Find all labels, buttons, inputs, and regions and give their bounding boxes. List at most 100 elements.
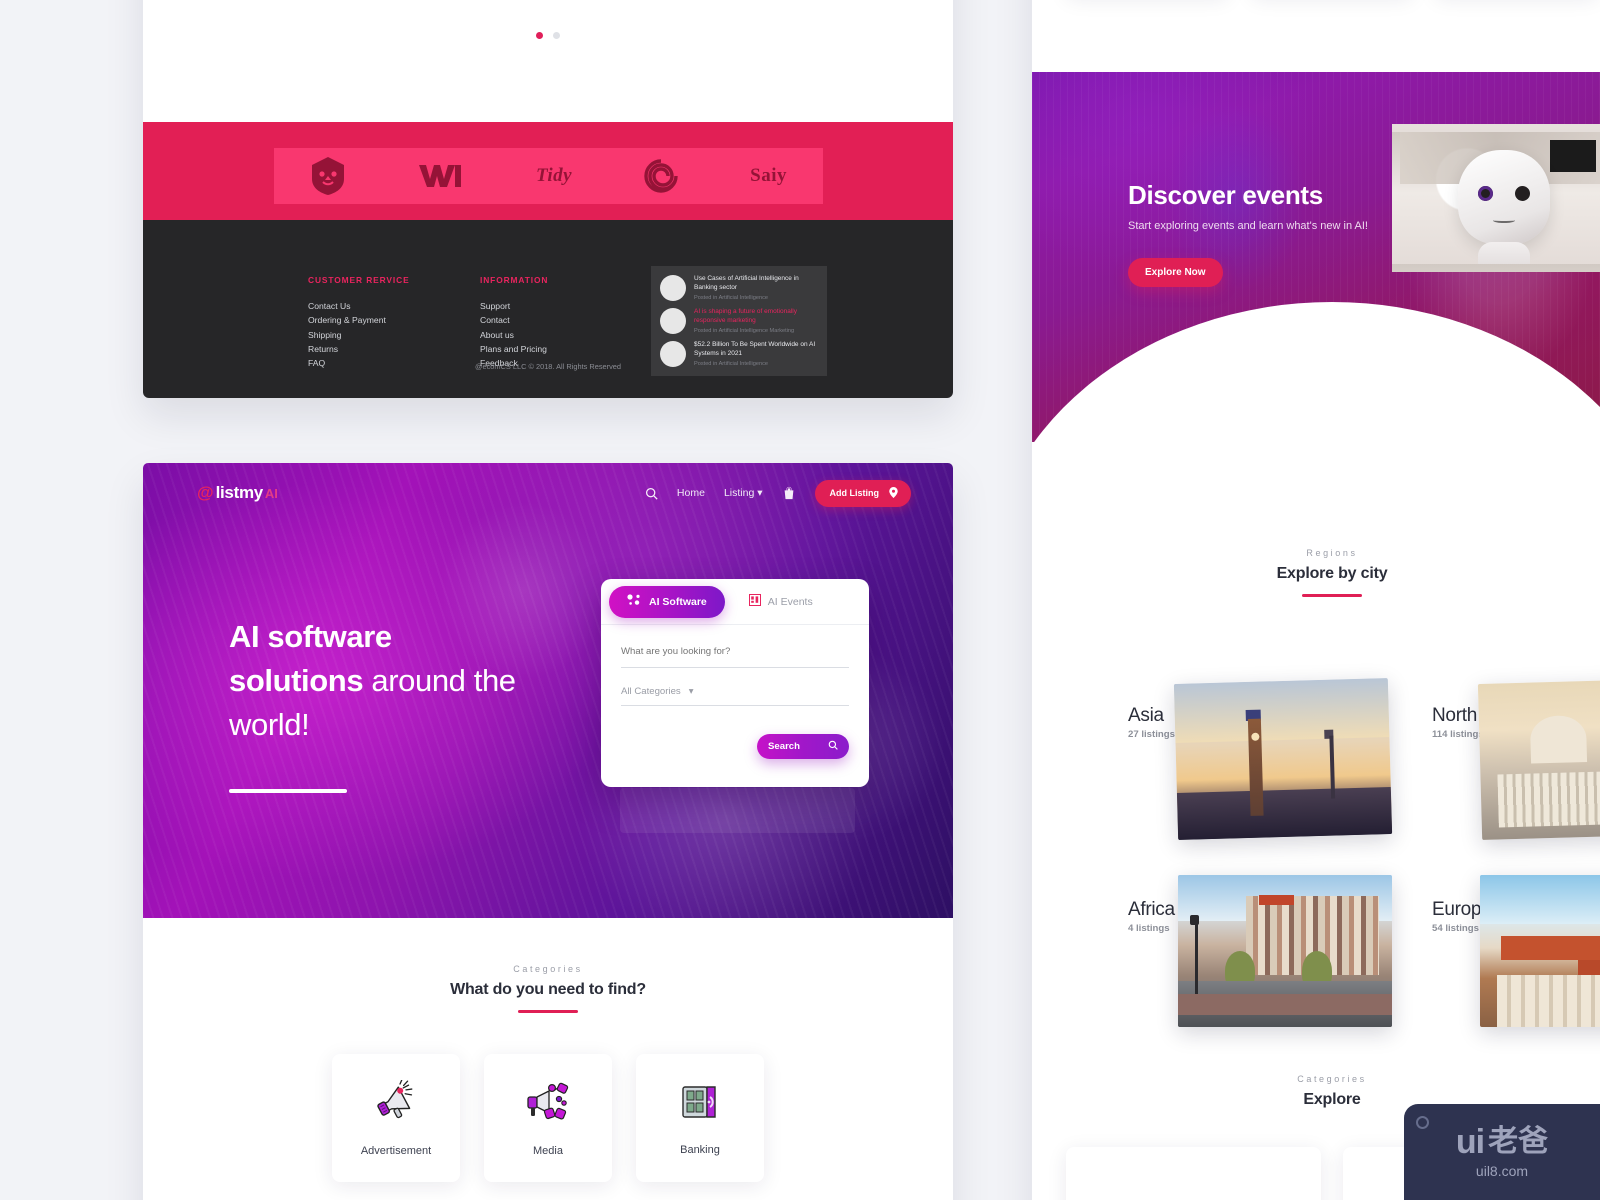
page-title: AI software solutions around the world!	[229, 615, 589, 747]
bank-vault-icon	[679, 1081, 721, 1128]
watermark-brand: ui 老爸	[1456, 1125, 1548, 1159]
footer-link-plans-pricing[interactable]: Plans and Pricing	[480, 342, 548, 356]
footer-column-customer-service: CUSTOMER RERVICE Contact Us Ordering & P…	[308, 275, 410, 370]
search-button-label: Search	[768, 741, 800, 752]
region-card-grid: Asia 27 listings North America 114 listi…	[1032, 643, 1600, 1063]
robot-photo	[1392, 124, 1600, 272]
brand-logo-strip-inner: Tidy Saiy	[274, 148, 823, 204]
hero-curve-shape	[1032, 302, 1600, 442]
cart-icon[interactable]	[782, 486, 796, 500]
circle-icon	[1416, 1116, 1429, 1129]
nav-link-home[interactable]: Home	[677, 487, 705, 499]
mockup-page-footer: At AutomataFi Solutions, we are privileg…	[143, 0, 953, 398]
copyright-text: @ecomCS LLC © 2018. All Rights Reserved	[474, 362, 622, 371]
search-form: All Categories ▾	[601, 625, 869, 706]
carousel-dot-active[interactable]	[535, 32, 543, 39]
search-widget: AI Software AI Events What are you looki…	[601, 579, 869, 787]
section-divider	[518, 1010, 578, 1013]
region-name: Africa	[1128, 899, 1175, 920]
post-title[interactable]: AI is shaping a future of emotionally re…	[694, 308, 818, 326]
search-input[interactable]	[621, 646, 849, 657]
category-card-media[interactable]: Media	[484, 1054, 612, 1182]
section-title: What do you need to find?	[450, 981, 646, 998]
carousel-dots[interactable]	[143, 26, 953, 44]
carousel-dot[interactable]	[553, 32, 561, 39]
hero-line-3: world!	[229, 707, 310, 743]
hero-line-2-bold: solutions	[229, 663, 364, 699]
explore-now-button[interactable]: Explore Now	[1128, 258, 1223, 287]
list-item[interactable]: Use Cases of Artificial Intelligence in …	[660, 275, 818, 301]
footer-link-returns[interactable]: Returns	[308, 342, 410, 356]
category-card-advertisement[interactable]: Advertisement	[332, 1054, 460, 1182]
category-card-grid: Advertisement Media Banking	[143, 1054, 953, 1182]
events-grid-icon	[748, 594, 761, 609]
site-footer: CUSTOMER RERVICE Contact Us Ordering & P…	[143, 220, 953, 398]
amsterdam-canal-photo	[1178, 875, 1392, 1027]
logo-mark-icon: @	[197, 483, 214, 502]
category-select[interactable]: All Categories ▾	[621, 686, 849, 697]
footer-link-support[interactable]: Support	[480, 299, 548, 313]
tab-ai-software[interactable]: AI Software	[609, 585, 725, 618]
main-navbar: @ listmy AI Home Listing ▾ Add Listing	[143, 473, 953, 513]
region-card-asia[interactable]: Asia 27 listings	[1128, 705, 1175, 740]
mockup-page-home: @ listmy AI Home Listing ▾ Add Listing A…	[143, 463, 953, 1200]
add-listing-button[interactable]: Add Listing	[814, 479, 911, 507]
nav-link-listing[interactable]: Listing ▾	[724, 487, 763, 499]
tidy-script-logo-icon: Tidy	[536, 165, 573, 186]
footer-recent-posts: Use Cases of Artificial Intelligence in …	[651, 266, 827, 376]
section-title: Explore by city	[1276, 565, 1388, 582]
hero-line-1: AI software	[229, 619, 392, 654]
region-listing-count: 4 listings	[1128, 923, 1170, 934]
footer-link-about-us[interactable]: About us	[480, 328, 548, 342]
footer-link-contact-us[interactable]: Contact Us	[308, 299, 410, 313]
search-icon	[828, 740, 838, 753]
lion-crest-logo-icon	[310, 156, 346, 196]
watermark-badge: ui 老爸 uil8.com	[1404, 1104, 1600, 1200]
site-logo[interactable]: @ listmy AI	[197, 483, 278, 503]
category-field[interactable]: All Categories ▾	[621, 686, 849, 706]
search-icon[interactable]	[645, 487, 658, 500]
logo-text-secondary: AI	[264, 486, 278, 501]
keyword-field[interactable]	[621, 641, 849, 668]
footer-heading: INFORMATION	[480, 275, 549, 285]
photo-screen	[1550, 140, 1596, 172]
robot-neck	[1478, 242, 1530, 264]
bottom-category-card[interactable]	[1066, 1147, 1321, 1200]
list-item[interactable]: AI is shaping a future of emotionally re…	[660, 308, 818, 334]
post-thumbnail-icon	[660, 308, 686, 334]
software-dots-icon	[627, 594, 641, 609]
footer-heading: CUSTOMER RERVICE	[308, 275, 410, 285]
london-big-ben-photo	[1173, 678, 1393, 840]
watermark-cjk: 老爸	[1488, 1124, 1549, 1159]
post-title[interactable]: Use Cases of Artificial Intelligence in …	[694, 275, 818, 293]
tab-ai-events[interactable]: AI Events	[748, 594, 813, 609]
testimonial-block: At AutomataFi Solutions, we are privileg…	[143, 0, 953, 58]
add-listing-label: Add Listing	[829, 488, 880, 498]
section-eyebrow: Regions	[1306, 548, 1358, 558]
region-card-africa[interactable]: Africa 4 listings	[1128, 899, 1175, 934]
category-label: Banking	[680, 1143, 720, 1156]
search-button[interactable]: Search	[757, 734, 849, 759]
footer-link-ordering-payment[interactable]: Ordering & Payment	[308, 313, 410, 327]
watermark-latin: ui	[1455, 1123, 1485, 1161]
category-card-banking[interactable]: Banking	[636, 1054, 764, 1182]
wm-monogram-logo-icon	[418, 163, 464, 189]
category-select-value: All Categories	[621, 686, 681, 697]
footer-link-contact[interactable]: Contact	[480, 313, 548, 327]
footer-link-shipping[interactable]: Shipping	[308, 328, 410, 342]
events-hero-section: Discover events Start exploring events a…	[1032, 72, 1600, 442]
logo-text-primary: listmy	[215, 483, 264, 502]
hero-line-2-rest: around the	[363, 663, 516, 699]
media-burst-icon	[525, 1080, 571, 1129]
post-thumbnail-icon	[660, 275, 686, 301]
spiral-logo-icon	[644, 159, 678, 193]
navbar-right-group: Home Listing ▾ Add Listing	[645, 479, 911, 507]
chevron-down-icon: ▾	[688, 686, 694, 697]
tab-ai-events-label: AI Events	[767, 595, 813, 608]
post-title[interactable]: $52.2 Billion To Be Spent Worldwide on A…	[694, 341, 818, 359]
robot-mouth	[1493, 216, 1515, 223]
events-hero-subtitle: Start exploring events and learn what's …	[1128, 220, 1368, 232]
prague-rooftops-photo	[1480, 875, 1600, 1027]
events-hero-copy: Discover events Start exploring events a…	[1128, 180, 1368, 287]
screenshot-stage: At AutomataFi Solutions, we are privileg…	[0, 0, 1600, 1200]
